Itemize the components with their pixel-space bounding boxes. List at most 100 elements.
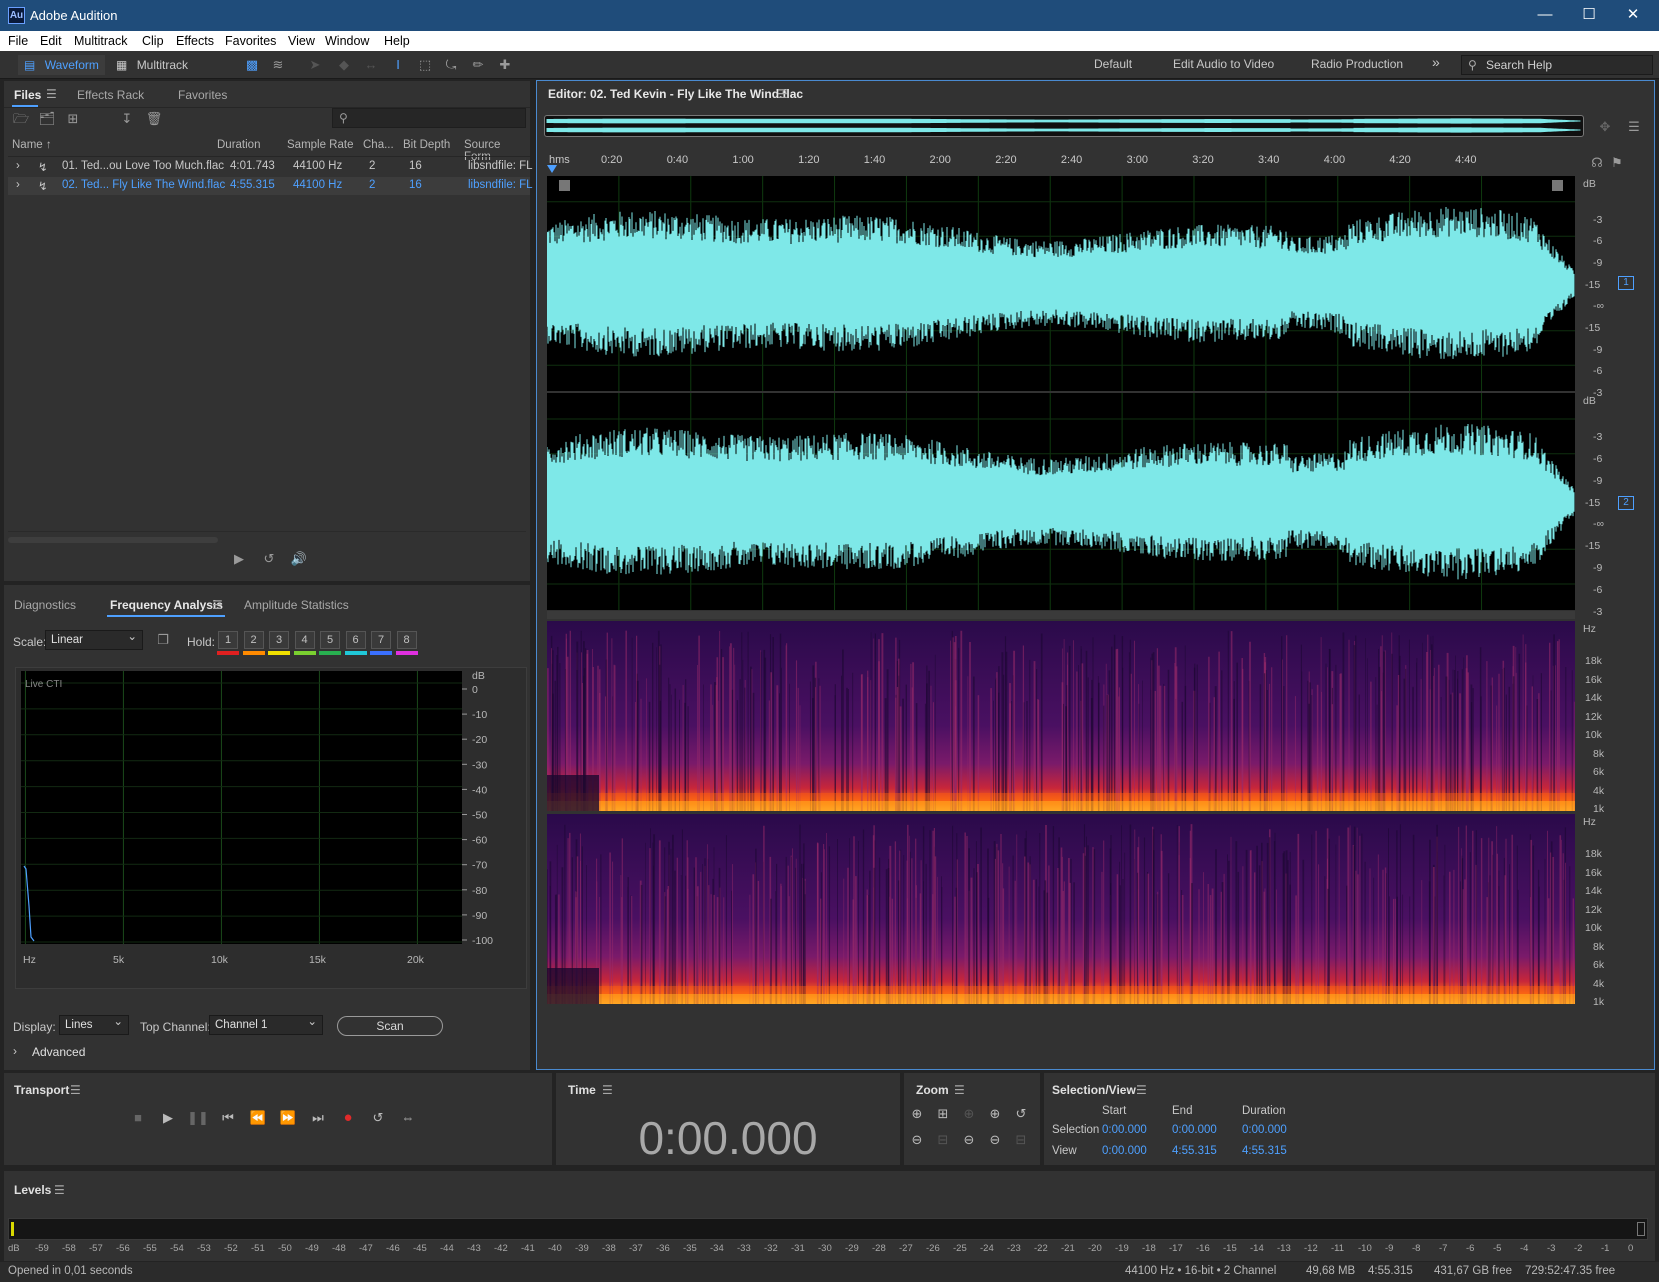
menu-view[interactable]: View	[288, 34, 315, 48]
view-duration[interactable]: 4:55.315	[1242, 1145, 1287, 1157]
clip-indicator[interactable]	[1637, 1222, 1645, 1236]
playhead-marker[interactable]	[547, 165, 557, 173]
zoom-in-amplitude-icon[interactable]: ⊕	[906, 1103, 928, 1125]
hold-button-8[interactable]: 8	[396, 631, 417, 649]
new-graph-icon[interactable]: ❐	[154, 632, 172, 648]
workspace-default[interactable]: Default	[1094, 57, 1132, 71]
rewind-button[interactable]: ⏪	[247, 1107, 269, 1129]
selection-start[interactable]: 0:00.000	[1102, 1124, 1147, 1136]
marquee-tool-icon[interactable]: ⬚	[416, 57, 434, 73]
menu-file[interactable]: File	[8, 34, 28, 48]
spectral-channel-1[interactable]	[547, 621, 1575, 811]
zoom-out-selection-icon[interactable]: ⊖	[984, 1129, 1006, 1151]
pin-icon[interactable]: ⚑	[1608, 155, 1626, 171]
fade-out-handle-icon[interactable]	[1552, 180, 1563, 191]
zoom-in-selection-icon[interactable]: ⊕	[958, 1103, 980, 1125]
hold-button-6[interactable]: 6	[345, 631, 366, 649]
hold-button-5[interactable]: 5	[320, 631, 340, 649]
loop-button[interactable]: ↺	[367, 1107, 389, 1129]
tab-frequency-analysis[interactable]: Frequency Analysis	[110, 598, 223, 612]
menu-favorites[interactable]: Favorites	[225, 34, 276, 48]
menu-window[interactable]: Window	[325, 34, 369, 48]
zoom-to-fit-icon[interactable]: ✥	[1596, 119, 1614, 135]
time-selection-tool-icon[interactable]: I	[389, 57, 407, 73]
levels-menu-icon[interactable]: ☰	[54, 1183, 65, 1197]
hold-button-1[interactable]: 1	[218, 631, 238, 649]
channel-2-toggle[interactable]: 2	[1618, 496, 1634, 510]
tab-effects-rack[interactable]: Effects Rack	[77, 88, 144, 102]
editor-menu-icon[interactable]: ☰	[777, 87, 788, 101]
waveform-channel-2[interactable]	[546, 393, 1575, 610]
selection-view-menu-icon[interactable]: ☰	[1136, 1083, 1147, 1097]
expand-chevron-icon[interactable]: ›	[16, 179, 20, 191]
advanced-chevron-icon[interactable]: ›	[13, 1044, 17, 1058]
expand-chevron-icon[interactable]: ›	[16, 160, 20, 172]
pitch-display-icon[interactable]: ≋	[269, 57, 287, 73]
more-workspaces-button[interactable]: »	[1432, 54, 1440, 70]
overview-navigator[interactable]	[544, 115, 1584, 137]
display-dropdown[interactable]: Lines	[59, 1013, 129, 1035]
spot-healing-tool-icon[interactable]: ✚	[496, 57, 514, 73]
import-file-icon[interactable]: 🗂	[38, 111, 56, 127]
zoom-menu-icon[interactable]: ☰	[954, 1083, 965, 1097]
waveform-mode-button[interactable]: ▤ Waveform	[18, 55, 105, 75]
column-name[interactable]: Name ↑	[12, 139, 52, 151]
skip-selection-button[interactable]: ⇔	[397, 1107, 419, 1129]
selection-duration[interactable]: 0:00.000	[1242, 1124, 1287, 1136]
fast-forward-button[interactable]: ⏩	[277, 1107, 299, 1129]
selection-end[interactable]: 0:00.000	[1172, 1124, 1217, 1136]
top-channel-dropdown[interactable]: Channel 1	[209, 1013, 323, 1035]
previous-button[interactable]: ⏮	[217, 1107, 239, 1129]
play-preview-icon[interactable]: ▶	[230, 551, 248, 567]
scale-dropdown[interactable]: Linear	[45, 628, 143, 650]
menu-edit[interactable]: Edit	[40, 34, 62, 48]
minimize-button[interactable]: —	[1525, 4, 1565, 26]
spectral-channel-2[interactable]	[546, 814, 1575, 1004]
view-start[interactable]: 0:00.000	[1102, 1145, 1147, 1157]
transport-menu-icon[interactable]: ☰	[70, 1083, 81, 1097]
hold-button-3[interactable]: 3	[269, 631, 289, 649]
waveform-channel-1[interactable]	[546, 176, 1575, 391]
zoom-to-selection-icon[interactable]: ⊕	[984, 1103, 1006, 1125]
time-ruler[interactable]: hms 0:20 0:40 1:00 1:20 1:40 2:00 2:20 2:40 3:00…	[547, 151, 1575, 173]
tab-amplitude-statistics[interactable]: Amplitude Statistics	[244, 598, 349, 612]
advanced-toggle[interactable]: Advanced	[32, 1045, 85, 1059]
hold-button-2[interactable]: 2	[243, 631, 264, 649]
files-search-input[interactable]: ⚲	[332, 108, 526, 128]
delete-icon[interactable]: 🗑	[145, 111, 163, 127]
slip-tool-icon[interactable]: ↔	[362, 57, 380, 73]
time-menu-icon[interactable]: ☰	[602, 1083, 613, 1097]
hold-button-7[interactable]: 7	[371, 631, 391, 649]
new-file-icon[interactable]: ⊞	[64, 111, 82, 127]
view-end[interactable]: 4:55.315	[1172, 1145, 1217, 1157]
tab-files[interactable]: Files	[14, 88, 41, 102]
zoom-out-time-icon[interactable]: ⊟	[932, 1129, 954, 1151]
stop-button[interactable]: ■	[127, 1107, 149, 1129]
file-row-selected[interactable]: › ↯ 02. Ted... Fly Like The Wind.flac 4:…	[8, 177, 533, 195]
multitrack-mode-button[interactable]: ▦ Multitrack	[110, 55, 194, 75]
open-file-icon[interactable]: 🗁	[12, 111, 30, 127]
pause-button[interactable]: ❚❚	[187, 1107, 209, 1129]
files-panel-menu-icon[interactable]: ☰	[46, 87, 57, 101]
menu-multitrack[interactable]: Multitrack	[74, 34, 127, 48]
menu-help[interactable]: Help	[384, 34, 410, 48]
lasso-tool-icon[interactable]: ⤿	[442, 57, 460, 73]
workspace-edit-audio-to-video[interactable]: Edit Audio to Video	[1173, 57, 1274, 71]
workspace-radio-production[interactable]: Radio Production	[1311, 57, 1403, 71]
file-row[interactable]: › ↯ 01. Ted...ou Love Too Much.flac 4:01…	[8, 158, 533, 176]
move-tool-icon[interactable]: ➤	[306, 57, 324, 73]
next-button[interactable]: ⏭	[307, 1107, 329, 1129]
menu-clip[interactable]: Clip	[142, 34, 164, 48]
zoom-fit-icon[interactable]: ⊟	[1010, 1129, 1032, 1151]
waveform-spectral-divider[interactable]	[547, 611, 1575, 619]
scan-button[interactable]: Scan	[337, 1016, 443, 1036]
record-button[interactable]: ●	[337, 1107, 359, 1129]
freq-panel-menu-icon[interactable]: ☰	[212, 598, 223, 612]
search-help-input[interactable]: ⚲ Search Help	[1461, 55, 1653, 75]
spectral-display-icon[interactable]: ▩	[243, 57, 261, 73]
close-button[interactable]: ✕	[1613, 4, 1653, 26]
list-view-icon[interactable]: ☰	[1625, 119, 1643, 135]
maximize-button[interactable]: ☐	[1569, 4, 1609, 26]
autoplay-icon[interactable]: 🔊	[290, 551, 308, 567]
files-scrollbar[interactable]	[8, 537, 218, 543]
